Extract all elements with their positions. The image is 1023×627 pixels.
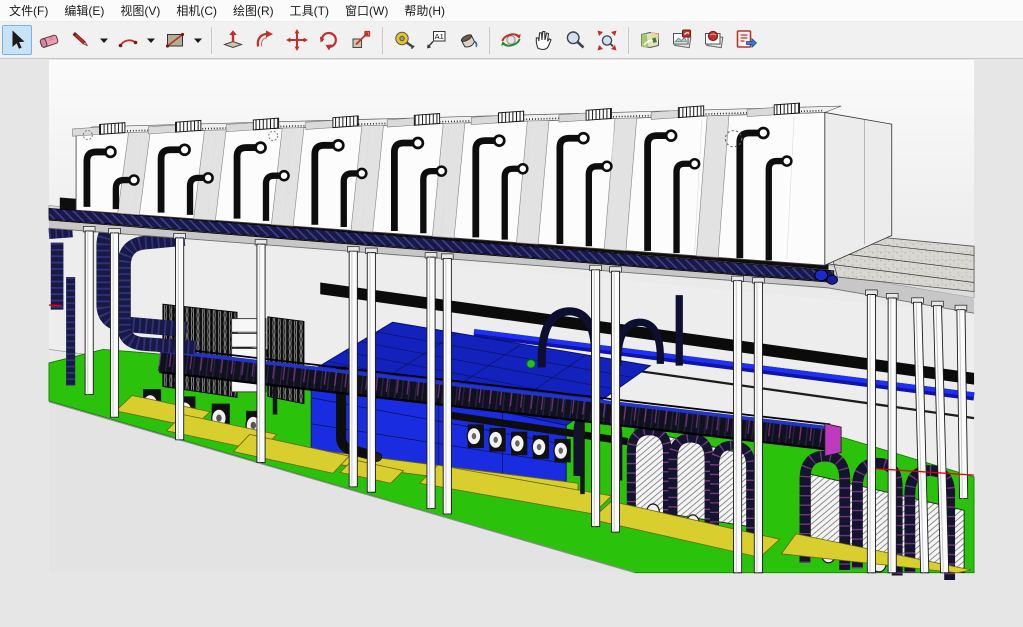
menu-item[interactable]: 编辑(E) (56, 0, 112, 22)
move-icon (285, 28, 309, 52)
chevron-down-icon (192, 28, 204, 52)
line-tool-button[interactable] (66, 25, 96, 55)
text-tool-button[interactable]: A1 (421, 25, 451, 55)
menu-item[interactable]: 帮助(H) (396, 0, 453, 22)
orbit-icon (499, 28, 523, 52)
pan-tool-button[interactable] (528, 25, 558, 55)
add-location-icon (638, 28, 662, 52)
move-tool-button[interactable] (282, 25, 312, 55)
menu-item[interactable]: 窗口(W) (337, 0, 396, 22)
preview-model-icon (702, 28, 726, 52)
rotate-icon (317, 28, 341, 52)
model-canvas[interactable] (0, 60, 1023, 627)
text-icon: A1 (424, 28, 448, 52)
toolbar-separator (489, 27, 490, 54)
toolbar-separator (211, 27, 212, 54)
menu-item[interactable]: 文件(F) (1, 0, 56, 22)
photo-textures-icon (670, 28, 694, 52)
export-icon (734, 28, 758, 52)
select-tool-button[interactable] (2, 25, 32, 55)
photo-textures-tool-button[interactable] (667, 25, 697, 55)
menu-bar: 文件(F)编辑(E)视图(V)相机(C)绘图(R)工具(T)窗口(W)帮助(H) (0, 0, 1023, 22)
eraser-icon (37, 28, 61, 52)
arc-icon (116, 28, 140, 52)
zoom-extents-icon (595, 28, 619, 52)
tape-measure-icon (392, 28, 416, 52)
orbit-tool-button[interactable] (496, 25, 526, 55)
tape-measure-tool-button[interactable] (389, 25, 419, 55)
line-icon (69, 28, 93, 52)
zoom-tool-button[interactable] (560, 25, 590, 55)
zoom-extents-tool-button[interactable] (592, 25, 622, 55)
menu-item[interactable]: 相机(C) (168, 0, 225, 22)
rectangle-tool-button[interactable] (160, 25, 190, 55)
line-dropdown-arrow[interactable] (97, 25, 110, 55)
follow-me-icon (253, 28, 277, 52)
scale-icon (349, 28, 373, 52)
preview-model-tool-button[interactable] (699, 25, 729, 55)
toolbar-separator (382, 27, 383, 54)
chevron-down-icon (145, 28, 157, 52)
menu-item[interactable]: 工具(T) (282, 0, 337, 22)
push-pull-tool-button[interactable] (218, 25, 248, 55)
add-location-tool-button[interactable] (635, 25, 665, 55)
chevron-down-icon (98, 28, 110, 52)
arc-dropdown-arrow[interactable] (144, 25, 157, 55)
toolbar-separator (628, 27, 629, 54)
paint-bucket-icon (456, 28, 480, 52)
push-pull-icon (221, 28, 245, 52)
zoom-icon (563, 28, 587, 52)
scale-tool-button[interactable] (346, 25, 376, 55)
arc-tool-button[interactable] (113, 25, 143, 55)
svg-text:A1: A1 (435, 32, 444, 41)
select-icon (5, 28, 29, 52)
export-tool-button[interactable] (731, 25, 761, 55)
paint-bucket-tool-button[interactable] (453, 25, 483, 55)
tool-bar: A1 (0, 22, 1023, 59)
menu-item[interactable]: 视图(V) (112, 0, 168, 22)
rotate-tool-button[interactable] (314, 25, 344, 55)
viewport-container (0, 60, 1023, 627)
menu-item[interactable]: 绘图(R) (225, 0, 282, 22)
rectangle-icon (163, 28, 187, 52)
sketchup-window: 文件(F)编辑(E)视图(V)相机(C)绘图(R)工具(T)窗口(W)帮助(H)… (0, 0, 1023, 627)
rectangle-dropdown-arrow[interactable] (191, 25, 204, 55)
eraser-tool-button[interactable] (34, 25, 64, 55)
follow-me-tool-button[interactable] (250, 25, 280, 55)
pan-icon (531, 28, 555, 52)
